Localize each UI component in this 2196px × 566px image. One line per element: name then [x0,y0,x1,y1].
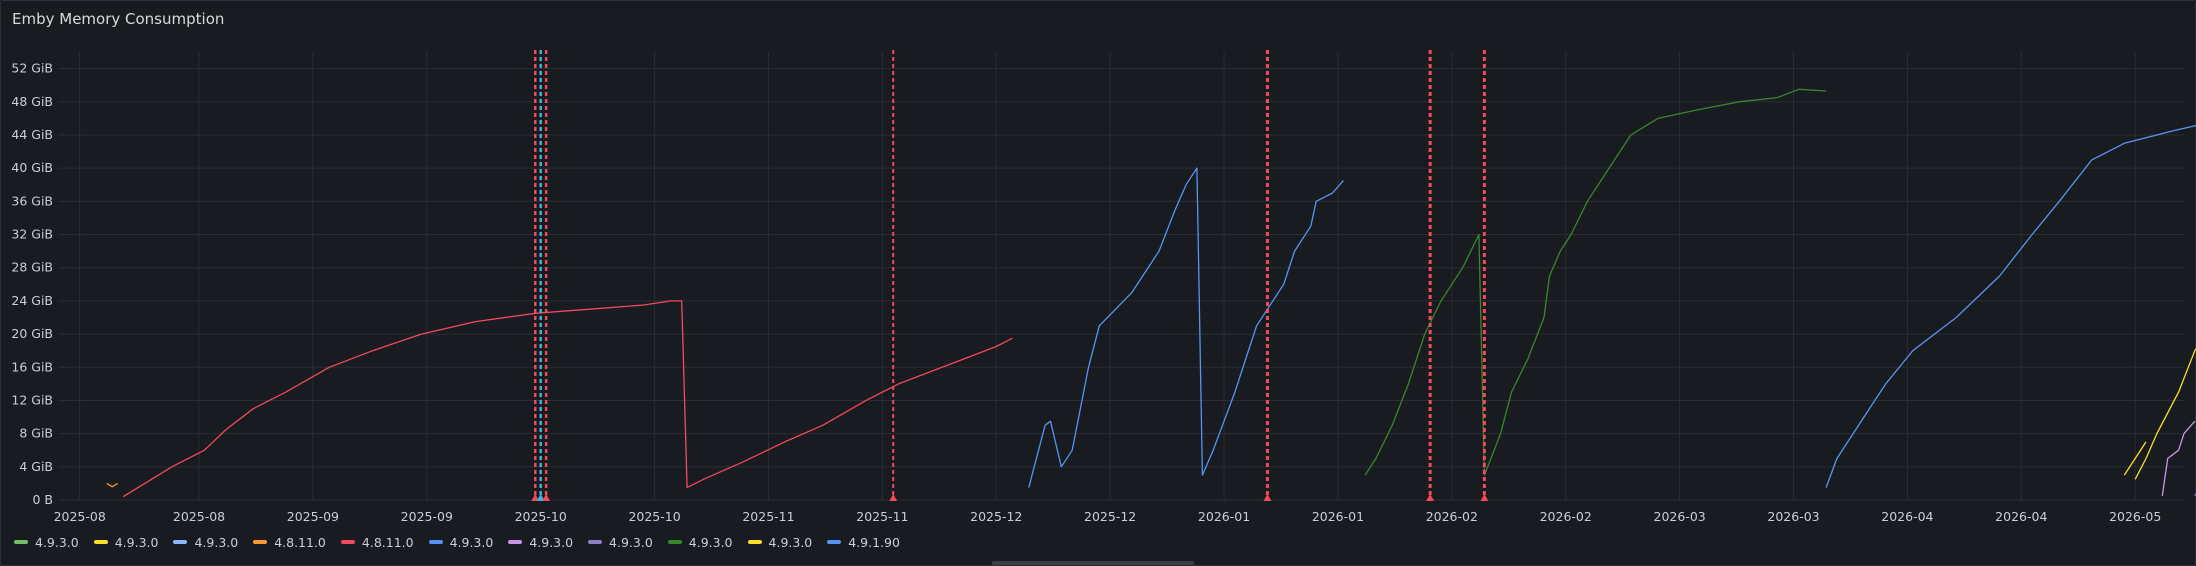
legend-swatch [747,540,762,544]
legend-label: 4.9.3.0 [194,534,239,550]
annotation-marker [1263,494,1272,501]
x-tick-label: 2026-05 [2109,509,2161,524]
legend-label: 4.9.3.0 [449,534,494,550]
y-tick-label: 24 GiB [11,293,53,308]
x-tick-label: 2026-03 [1654,509,1706,524]
legend-label: 4.9.3.0 [529,534,574,550]
y-tick-label: 40 GiB [11,160,53,175]
legend-item[interactable]: 4.9.3.0 [14,535,79,550]
legend-label: 4.9.3.0 [609,534,653,550]
legend-swatch [588,540,603,544]
legend-item[interactable]: 4.9.3.0 [747,534,813,550]
legend-item[interactable]: 4.8.11.0 [253,535,326,550]
legend-label: 4.9.1.90 [848,534,900,550]
legend-swatch [667,540,682,544]
legend-item[interactable]: 4.9.3.0 [173,535,238,550]
x-tick-label: 2025-09 [287,509,339,524]
x-tick-label: 2026-03 [1767,509,1819,524]
y-tick-label: 0 B [32,492,53,507]
legend-label: 4.9.3.0 [688,534,733,550]
series-line-1 [2134,347,2196,480]
legend-swatch [428,540,443,544]
x-tick-label: 2025-11 [856,509,908,524]
legend-label: 4.9.3.0 [35,534,79,550]
x-tick-label: 2025-10 [515,509,567,524]
legend-swatch [827,540,842,544]
x-tick-label: 2025-08 [54,509,106,524]
legend-item[interactable]: 4.9.3.0 [667,534,733,550]
series-line-10 [1825,124,2196,488]
series-line-8 [1364,88,1827,476]
legend-item[interactable]: 4.9.3.0 [93,534,159,550]
legend-swatch [93,540,108,544]
y-tick-label: 52 GiB [11,61,53,76]
series-line-3 [106,482,119,488]
legend-label: 4.9.3.0 [768,534,813,550]
legend-swatch [340,540,355,544]
series-line-4 [122,300,1013,498]
x-tick-label: 2025-08 [173,509,225,524]
memory-line-chart[interactable]: 0 B 4 GiB 8 GiB 12 GiB 16 GiB 20 GiB 24 GiB 28 … [0,0,2196,530]
series-line-5 [1028,167,1344,488]
legend-item[interactable]: 4.9.3.0 [588,535,653,550]
series-line-6 [2161,420,2196,496]
x-tick-label: 2025-09 [401,509,453,524]
y-tick-label: 16 GiB [11,359,53,374]
y-tick-label: 48 GiB [11,94,53,109]
legend-label: 4.8.11.0 [361,534,414,550]
y-tick-label: 12 GiB [11,392,53,407]
legend-item[interactable]: 4.9.3.0 [428,534,494,550]
legend-label: 4.8.11.0 [274,534,326,550]
y-tick-label: 32 GiB [11,227,53,242]
x-tick-label: 2025-10 [628,509,680,524]
x-tick-label: 2025-12 [1084,509,1136,524]
annotation-marker [1426,494,1435,501]
annotation-marker [542,494,551,501]
legend-swatch [508,540,523,544]
legend-swatch [14,540,28,544]
legend-item[interactable]: 4.9.3.0 [508,535,573,550]
annotation-marker [1480,494,1489,501]
x-tick-label: 2025-11 [742,509,794,524]
y-tick-label: 28 GiB [11,260,53,275]
y-tick-label: 20 GiB [11,326,53,341]
annotation-marker [889,494,898,501]
chart-legend: 4.9.3.0 4.9.3.0 4.9.3.0 4.8.11.0 4.8.11.0 4.9… [14,532,900,552]
y-tick-label: 44 GiB [11,127,53,142]
y-tick-label: 4 GiB [19,459,53,474]
y-tick-label: 36 GiB [11,193,53,208]
legend-swatch [173,540,188,544]
legend-label: 4.9.3.0 [114,534,159,550]
legend-item[interactable]: 4.9.1.90 [827,535,900,550]
legend-item[interactable]: 4.8.11.0 [340,534,414,550]
x-tick-label: 2025-12 [970,509,1022,524]
y-tick-label: 8 GiB [19,426,53,441]
panel-scrollbar[interactable] [992,561,1194,565]
x-tick-label: 2026-02 [1540,509,1592,524]
x-tick-label: 2026-01 [1198,509,1250,524]
x-tick-label: 2026-04 [1995,509,2047,524]
x-tick-label: 2026-02 [1426,509,1478,524]
x-tick-label: 2026-04 [1881,509,1933,524]
x-tick-label: 2026-01 [1312,509,1364,524]
legend-swatch [253,540,268,544]
